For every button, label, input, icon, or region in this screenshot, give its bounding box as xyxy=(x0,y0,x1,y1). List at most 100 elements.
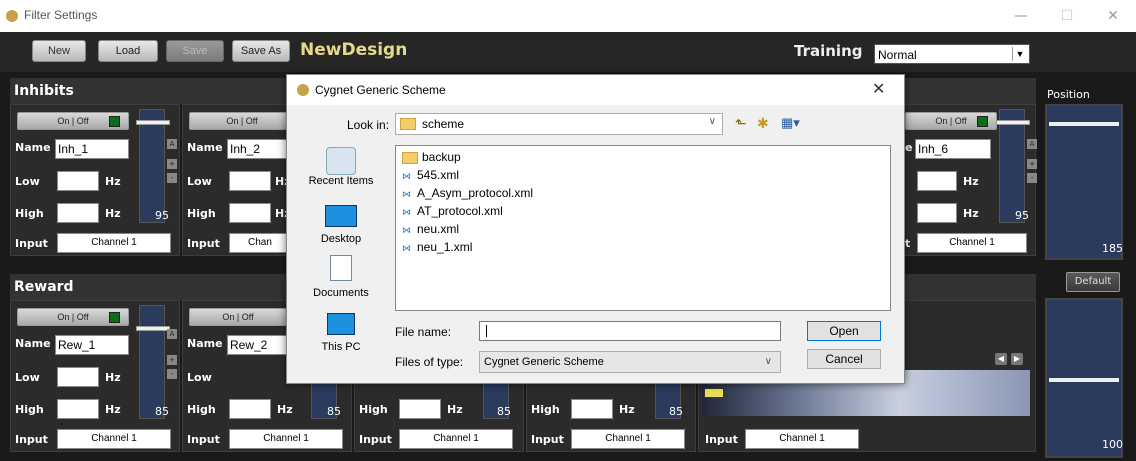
onoff-toggle[interactable]: On | Off xyxy=(905,112,997,130)
slider-thumb[interactable] xyxy=(136,326,170,331)
name-label: Name xyxy=(15,141,51,154)
high-field[interactable] xyxy=(57,203,99,223)
file-name-input[interactable] xyxy=(479,321,781,341)
input-label: Input xyxy=(359,433,392,446)
save-button[interactable]: Save xyxy=(166,40,224,62)
list-item[interactable]: ⋈ A_Asym_protocol.xml xyxy=(402,186,533,200)
high-field[interactable] xyxy=(229,399,271,419)
level-slider[interactable] xyxy=(136,109,170,223)
list-item[interactable]: ⋈ neu_1.xml xyxy=(402,240,472,254)
place-label: Desktop xyxy=(320,233,362,245)
onoff-toggle[interactable]: On | Off xyxy=(17,112,129,130)
cancel-button[interactable]: Cancel xyxy=(807,349,881,369)
high-field[interactable] xyxy=(917,203,957,223)
low-field[interactable] xyxy=(917,171,957,191)
window-titlebar: Filter Settings — ☐ ✕ xyxy=(0,0,1136,32)
list-item[interactable]: ⋈ neu.xml xyxy=(402,222,459,236)
next-icon[interactable]: ▶ xyxy=(1011,353,1023,365)
training-select[interactable]: Normal ▼ xyxy=(874,44,1030,64)
high-field[interactable] xyxy=(399,399,441,419)
default-button[interactable]: Default xyxy=(1066,272,1120,292)
maximize-button[interactable]: ☐ xyxy=(1044,0,1090,32)
open-button[interactable]: Open xyxy=(807,321,881,341)
save-as-button[interactable]: Save As xyxy=(232,40,290,62)
onoff-toggle[interactable]: On | Off xyxy=(17,308,129,326)
dialog-title: Cygnet Generic Scheme xyxy=(315,83,446,97)
slider-value: 85 xyxy=(669,405,683,418)
input-select[interactable]: Channel 1 xyxy=(57,429,171,449)
position-value: 185 xyxy=(1102,242,1123,255)
view-menu-icon[interactable]: ▦▾ xyxy=(781,115,800,131)
place-documents[interactable]: Documents xyxy=(295,255,387,299)
position-thumb[interactable] xyxy=(1049,122,1119,126)
onoff-toggle[interactable]: On | Off xyxy=(189,112,295,130)
new-folder-icon[interactable]: ✱ xyxy=(757,115,769,132)
place-desktop[interactable]: Desktop xyxy=(295,205,387,245)
plus-icon[interactable]: + xyxy=(167,355,177,365)
prev-icon[interactable]: ◀ xyxy=(995,353,1007,365)
position-slider[interactable]: 185 xyxy=(1045,104,1123,260)
reward-panel-1: On | Off Name Rew_1 Low Hz High Hz Input… xyxy=(10,300,180,452)
name-field[interactable]: Rew_1 xyxy=(55,335,129,355)
low-field[interactable] xyxy=(57,171,99,191)
training-select-value: Normal xyxy=(878,48,917,62)
position-slider-2[interactable]: 100 xyxy=(1045,298,1123,458)
files-of-type-label: Files of type: xyxy=(395,355,464,369)
input-select[interactable]: Chan xyxy=(229,233,293,253)
chevron-down-icon[interactable]: ∨ xyxy=(765,352,772,372)
name-field[interactable]: Inh_6 xyxy=(915,139,991,159)
hz-label: Hz xyxy=(105,371,121,384)
auto-icon[interactable]: A xyxy=(1027,139,1037,149)
load-button[interactable]: Load xyxy=(98,40,158,62)
input-select[interactable]: Channel 1 xyxy=(229,429,343,449)
minimize-button[interactable]: — xyxy=(998,0,1044,32)
position-thumb[interactable] xyxy=(1049,378,1119,382)
minus-icon[interactable]: - xyxy=(167,173,177,183)
place-this-pc[interactable]: This PC xyxy=(295,313,387,353)
input-select[interactable]: Channel 1 xyxy=(571,429,685,449)
high-label: High xyxy=(15,403,44,416)
plus-icon[interactable]: + xyxy=(167,159,177,169)
auto-icon[interactable]: A xyxy=(167,139,177,149)
minus-icon[interactable]: - xyxy=(1027,173,1037,183)
onoff-toggle[interactable]: On | Off xyxy=(189,308,287,326)
level-slider[interactable] xyxy=(136,305,170,419)
list-item[interactable]: backup xyxy=(402,150,461,164)
low-field[interactable] xyxy=(229,171,271,191)
slider-thumb[interactable] xyxy=(996,120,1030,125)
input-select[interactable]: Channel 1 xyxy=(399,429,513,449)
name-field[interactable]: Inh_1 xyxy=(55,139,129,159)
input-select[interactable]: Channel 1 xyxy=(745,429,859,449)
list-item[interactable]: ⋈ AT_protocol.xml xyxy=(402,204,503,218)
place-recent-items[interactable]: Recent Items xyxy=(295,147,387,187)
dialog-close-button[interactable]: ✕ xyxy=(872,79,885,99)
level-slider[interactable] xyxy=(996,109,1030,223)
band-marker[interactable] xyxy=(704,388,724,398)
files-of-type-select[interactable]: Cygnet Generic Scheme ∨ xyxy=(479,351,781,373)
auto-icon[interactable]: A xyxy=(167,329,177,339)
input-select[interactable]: Channel 1 xyxy=(917,233,1027,253)
name-label: Name xyxy=(15,337,51,350)
look-in-select[interactable]: scheme ∨ xyxy=(395,113,723,135)
chevron-down-icon[interactable]: ▼ xyxy=(1012,47,1027,61)
input-select[interactable]: Channel 1 xyxy=(57,233,171,253)
name-field[interactable]: Rew_2 xyxy=(227,335,287,355)
app-icon xyxy=(297,84,309,96)
low-field[interactable] xyxy=(57,367,99,387)
new-button[interactable]: New xyxy=(32,40,86,62)
window-title: Filter Settings xyxy=(24,8,98,22)
high-field[interactable] xyxy=(229,203,271,223)
up-folder-icon[interactable]: ⬑ xyxy=(735,115,747,132)
minus-icon[interactable]: - xyxy=(167,369,177,379)
high-field[interactable] xyxy=(571,399,613,419)
reward-panel-4: High Hz 85 Input Channel 1 xyxy=(526,380,696,452)
close-button[interactable]: ✕ xyxy=(1090,0,1136,32)
low-label: Low xyxy=(187,175,212,188)
name-field[interactable]: Inh_2 xyxy=(227,139,293,159)
training-label: Training xyxy=(794,42,863,60)
slider-thumb[interactable] xyxy=(136,120,170,125)
list-item[interactable]: ⋈ 545.xml xyxy=(402,168,459,182)
chevron-down-icon[interactable]: ∨ xyxy=(709,116,716,127)
plus-icon[interactable]: + xyxy=(1027,159,1037,169)
high-field[interactable] xyxy=(57,399,99,419)
